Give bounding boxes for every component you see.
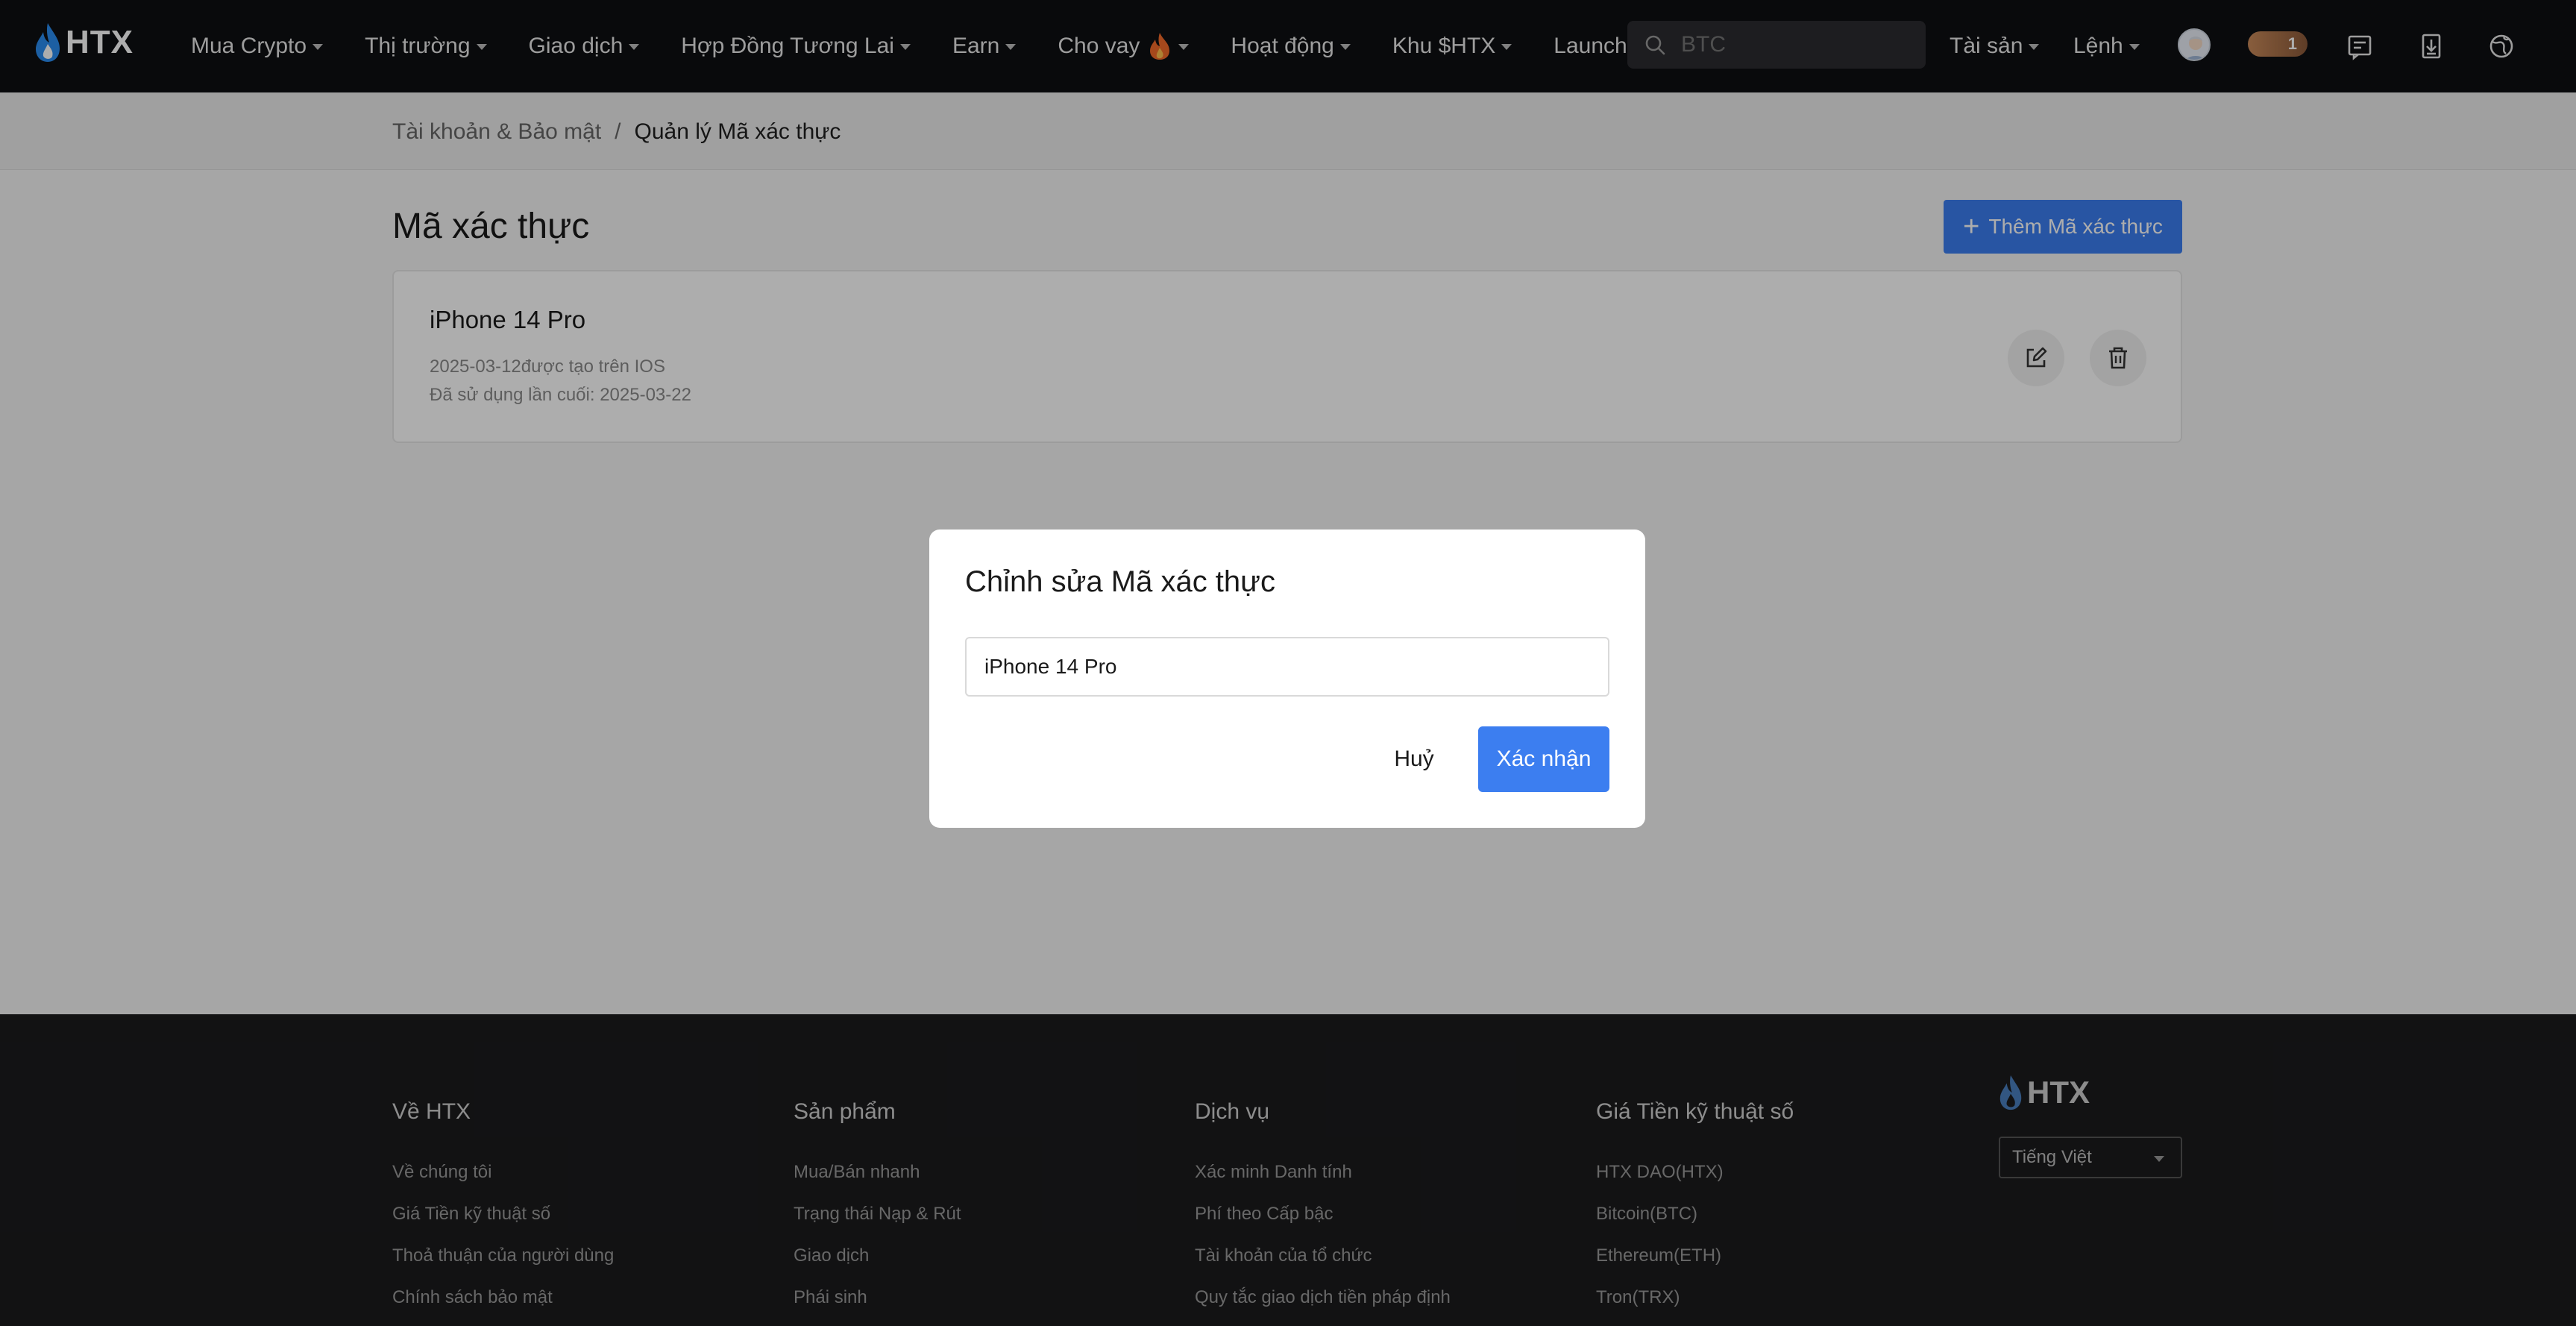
modal-title: Chỉnh sửa Mã xác thực: [965, 565, 1275, 598]
edit-passkey-modal: Chỉnh sửa Mã xác thực Huỷ Xác nhận: [929, 530, 1645, 828]
cancel-button[interactable]: Huỷ: [1377, 726, 1451, 792]
passkey-name-input[interactable]: [965, 637, 1609, 697]
confirm-button[interactable]: Xác nhận: [1478, 726, 1609, 792]
